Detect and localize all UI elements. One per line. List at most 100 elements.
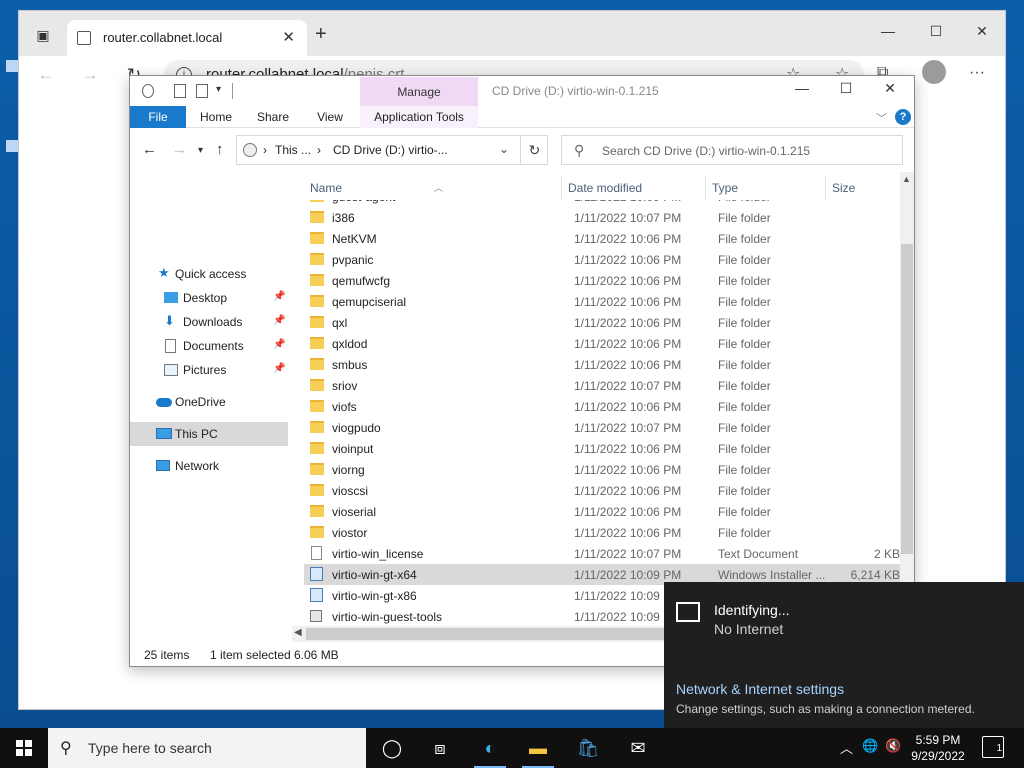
path-dropdown-icon[interactable]: ⌄ <box>499 142 509 156</box>
file-date: 1/11/2022 10:07 PM <box>574 421 682 435</box>
file-explorer-icon[interactable]: ▬ <box>514 728 562 768</box>
file-type: File folder <box>718 484 771 498</box>
file-row[interactable]: qemupciserial 1/11/2022 10:06 PM File fold… <box>304 291 900 312</box>
file-date: 1/11/2022 10:06 PM <box>574 295 682 309</box>
file-row[interactable]: viostor 1/11/2022 10:06 PM File folder <box>304 522 900 543</box>
more-icon[interactable]: ··· <box>969 64 985 82</box>
ribbon-tab-application-tools[interactable]: Application Tools <box>360 106 478 128</box>
pin-icon[interactable]: 📌 <box>273 315 285 326</box>
column-header-type[interactable]: Type <box>706 176 826 200</box>
file-row[interactable]: viofs 1/11/2022 10:06 PM File folder <box>304 396 900 417</box>
column-header-size[interactable]: Size <box>826 176 900 200</box>
file-row[interactable]: sriov 1/11/2022 10:07 PM File folder <box>304 375 900 396</box>
properties-icon[interactable] <box>174 84 186 98</box>
tab-actions-icon[interactable]: ▣ <box>33 25 53 45</box>
network-tray-icon[interactable]: 🌐 <box>862 738 878 754</box>
folder-icon <box>310 316 324 328</box>
column-header-date[interactable]: Date modified <box>562 176 706 200</box>
windows-logo-icon <box>16 740 32 756</box>
ribbon-tab-view[interactable]: View <box>308 106 352 128</box>
path-box[interactable]: › This ... › CD Drive (D:) virtio-... ⌄ <box>236 135 548 165</box>
volume-muted-icon[interactable]: 🔇 <box>885 738 901 754</box>
profile-avatar[interactable] <box>922 60 946 84</box>
pin-icon[interactable]: 📌 <box>273 291 285 302</box>
cortana-icon[interactable]: ◯ <box>368 728 416 768</box>
file-row[interactable]: i386 1/11/2022 10:07 PM File folder <box>304 207 900 228</box>
maximize-icon[interactable]: ☐ <box>913 17 959 45</box>
notification-center-icon[interactable]: 1 <box>982 736 1004 758</box>
nav-quick-access[interactable]: ★ Quick access <box>130 262 288 286</box>
file-row[interactable]: viorng 1/11/2022 10:06 PM File folder <box>304 459 900 480</box>
file-row[interactable]: vioinput 1/11/2022 10:06 PM File folder <box>304 438 900 459</box>
scroll-up-icon[interactable]: ▲ <box>902 174 911 184</box>
scrollbar-thumb[interactable] <box>901 244 913 554</box>
file-name: NetKVM <box>332 232 377 246</box>
store-icon[interactable]: 🛍 <box>564 728 612 768</box>
expand-ribbon-icon[interactable]: ﹀ <box>876 110 887 126</box>
back-icon[interactable]: ← <box>35 64 57 86</box>
nav-pictures[interactable]: Pictures 📌 <box>130 358 288 382</box>
file-row[interactable]: pvpanic 1/11/2022 10:06 PM File folder <box>304 249 900 270</box>
explorer-refresh-icon[interactable]: ↻ <box>520 135 548 165</box>
file-row[interactable]: qemufwcfg 1/11/2022 10:06 PM File folder <box>304 270 900 291</box>
mail-icon[interactable]: ✉ <box>614 728 662 768</box>
new-tab-icon[interactable]: + <box>315 23 327 46</box>
edge-browser-icon[interactable]: ◐ <box>466 728 514 768</box>
manage-tab[interactable]: Manage <box>360 77 478 106</box>
network-settings-link[interactable]: Network & Internet settings <box>676 681 844 697</box>
taskbar-search-box[interactable]: ⚲ Type here to search <box>48 728 366 768</box>
file-row[interactable]: NetKVM 1/11/2022 10:06 PM File folder <box>304 228 900 249</box>
file-row[interactable]: smbus 1/11/2022 10:06 PM File folder <box>304 354 900 375</box>
nav-network[interactable]: Network <box>130 454 288 478</box>
file-row[interactable]: viogpudo 1/11/2022 10:07 PM File folder <box>304 417 900 438</box>
file-row[interactable]: guest-agent 1/11/2022 10:09 PM File folder <box>304 200 900 207</box>
task-view-icon[interactable]: ⧈ <box>416 728 464 768</box>
scrollbar-thumb[interactable] <box>306 628 666 640</box>
ribbon-tab-home[interactable]: Home <box>192 106 240 128</box>
explorer-search-input[interactable]: ⚲ Search CD Drive (D:) virtio-win-0.1.21… <box>561 135 903 165</box>
nav-downloads[interactable]: ⬇ Downloads 📌 <box>130 310 288 334</box>
nav-desktop[interactable]: Desktop 📌 <box>130 286 288 310</box>
vertical-scrollbar[interactable]: ▲ <box>900 172 914 626</box>
explorer-back-icon[interactable]: ← <box>142 141 157 158</box>
taskbar-clock[interactable]: 5:59 PM 9/29/2022 <box>902 732 974 764</box>
file-size: 2 KB <box>873 547 900 561</box>
nav-documents[interactable]: Documents 📌 <box>130 334 288 358</box>
file-row[interactable]: qxldod 1/11/2022 10:06 PM File folder <box>304 333 900 354</box>
folder-icon <box>310 358 324 370</box>
minimize-icon[interactable]: — <box>865 17 911 45</box>
show-hidden-icons-icon[interactable]: ︿ <box>840 738 853 757</box>
customize-toolbar-icon[interactable]: ▾ <box>216 84 221 95</box>
up-folder-icon[interactable]: ↑ <box>216 141 224 158</box>
close-window-icon[interactable]: ✕ <box>959 17 1005 45</box>
explorer-forward-icon[interactable]: → <box>172 141 187 158</box>
ribbon-tab-file[interactable]: File <box>130 106 186 128</box>
file-name: viostor <box>332 526 368 540</box>
file-row[interactable]: virtio-win_license 1/11/2022 10:07 PM Text… <box>304 543 900 564</box>
file-type: File folder <box>718 400 771 414</box>
recent-locations-icon[interactable]: ▾ <box>198 145 203 156</box>
column-header-name[interactable]: Name ︿ <box>304 176 562 200</box>
breadcrumb-this-pc[interactable]: This ... <box>275 143 311 157</box>
start-button[interactable] <box>0 728 48 768</box>
close-tab-icon[interactable]: ✕ <box>282 28 295 46</box>
explorer-maximize-icon[interactable]: ☐ <box>824 80 868 102</box>
file-date: 1/11/2022 10:06 PM <box>574 232 682 246</box>
pin-icon[interactable]: 📌 <box>273 339 285 350</box>
ribbon-tab-share[interactable]: Share <box>252 106 294 128</box>
file-row[interactable]: qxl 1/11/2022 10:06 PM File folder <box>304 312 900 333</box>
file-row[interactable]: vioscsi 1/11/2022 10:06 PM File folder <box>304 480 900 501</box>
explorer-close-icon[interactable]: ✕ <box>868 80 912 102</box>
forward-icon[interactable]: → <box>79 64 101 86</box>
breadcrumb-cd-drive[interactable]: CD Drive (D:) virtio-... <box>333 143 448 157</box>
help-icon[interactable]: ? <box>895 109 911 125</box>
browser-tab[interactable]: router.collabnet.local ✕ <box>67 20 307 56</box>
file-row[interactable]: vioserial 1/11/2022 10:06 PM File folder <box>304 501 900 522</box>
pin-icon[interactable]: 📌 <box>273 363 285 374</box>
scroll-left-icon[interactable]: ◀ <box>294 627 302 638</box>
new-folder-icon[interactable] <box>196 84 208 98</box>
nav-this-pc[interactable]: This PC <box>130 422 288 446</box>
explorer-minimize-icon[interactable]: — <box>780 80 824 102</box>
installer-icon <box>310 567 323 581</box>
nav-onedrive[interactable]: OneDrive <box>130 390 288 414</box>
